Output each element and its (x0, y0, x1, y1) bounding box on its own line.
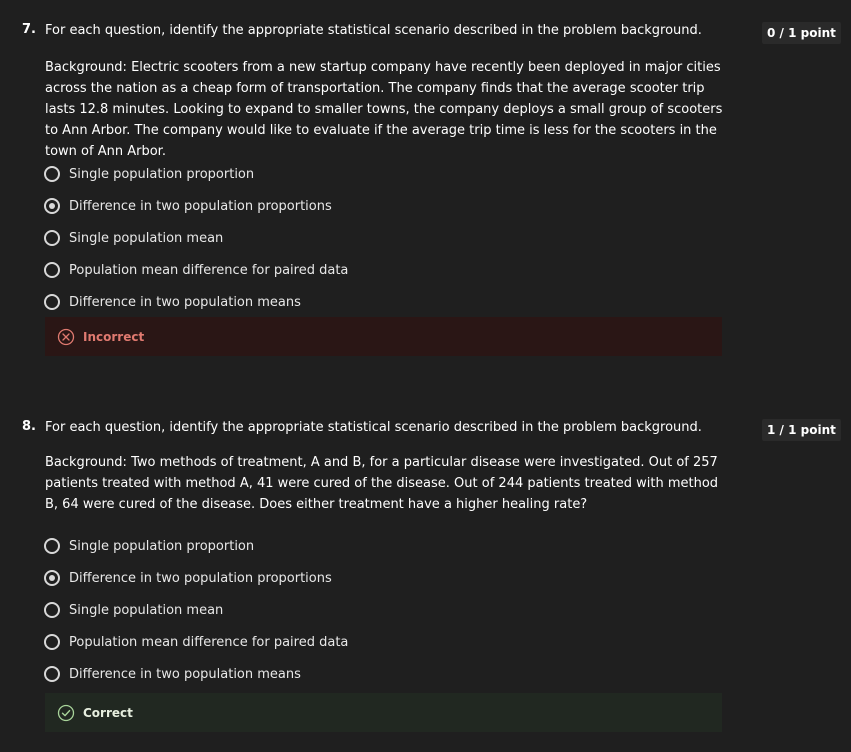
option-single-population-proportion[interactable]: Single population proportion (44, 158, 348, 190)
feedback-label: Incorrect (83, 329, 145, 344)
option-label: Difference in two population means (69, 294, 301, 310)
option-difference-two-means[interactable]: Difference in two population means (44, 286, 348, 318)
option-label: Population mean difference for paired da… (69, 262, 349, 278)
radio-button-selected[interactable] (44, 570, 60, 586)
question-background: Background: Two methods of treatment, A … (45, 455, 719, 512)
option-paired-mean-difference[interactable]: Population mean difference for paired da… (44, 254, 348, 286)
question-number: 8. (22, 419, 36, 434)
question-background: Background: Electric scooters from a new… (45, 60, 723, 159)
question-number: 7. (22, 22, 36, 37)
radio-button[interactable] (44, 230, 60, 246)
radio-button[interactable] (44, 538, 60, 554)
feedback-incorrect: Incorrect (45, 317, 722, 356)
feedback-label: Correct (83, 705, 133, 720)
option-difference-two-means[interactable]: Difference in two population means (44, 658, 348, 690)
option-paired-mean-difference[interactable]: Population mean difference for paired da… (44, 626, 348, 658)
option-label: Difference in two population means (69, 666, 301, 682)
option-label: Single population proportion (69, 538, 255, 554)
score-badge: 1 / 1 point (762, 419, 841, 441)
option-label: Single population proportion (69, 166, 255, 182)
radio-button[interactable] (44, 634, 60, 650)
option-single-population-proportion[interactable]: Single population proportion (44, 530, 348, 562)
option-difference-two-proportions[interactable]: Difference in two population proportions (44, 190, 348, 222)
option-single-population-mean[interactable]: Single population mean (44, 222, 348, 254)
radio-button[interactable] (44, 666, 60, 682)
option-difference-two-proportions[interactable]: Difference in two population proportions (44, 562, 348, 594)
option-label: Population mean difference for paired da… (69, 634, 349, 650)
option-label: Difference in two population proportions (69, 570, 332, 586)
quiz-page: 7. For each question, identify the appro… (0, 0, 851, 752)
question-prompt: For each question, identify the appropri… (45, 23, 702, 38)
option-label: Single population mean (69, 230, 224, 246)
answer-options: Single population proportion Difference … (44, 530, 348, 690)
check-circle-icon (57, 704, 75, 721)
radio-button[interactable] (44, 166, 60, 182)
radio-button[interactable] (44, 602, 60, 618)
score-badge: 0 / 1 point (762, 22, 841, 44)
option-label: Single population mean (69, 602, 224, 618)
feedback-correct: Correct (45, 693, 722, 732)
x-circle-icon (57, 328, 75, 345)
radio-button-selected[interactable] (44, 198, 60, 214)
option-single-population-mean[interactable]: Single population mean (44, 594, 348, 626)
option-label: Difference in two population proportions (69, 198, 332, 214)
radio-button[interactable] (44, 262, 60, 278)
answer-options: Single population proportion Difference … (44, 158, 348, 318)
radio-button[interactable] (44, 294, 60, 310)
question-prompt: For each question, identify the appropri… (45, 420, 702, 435)
